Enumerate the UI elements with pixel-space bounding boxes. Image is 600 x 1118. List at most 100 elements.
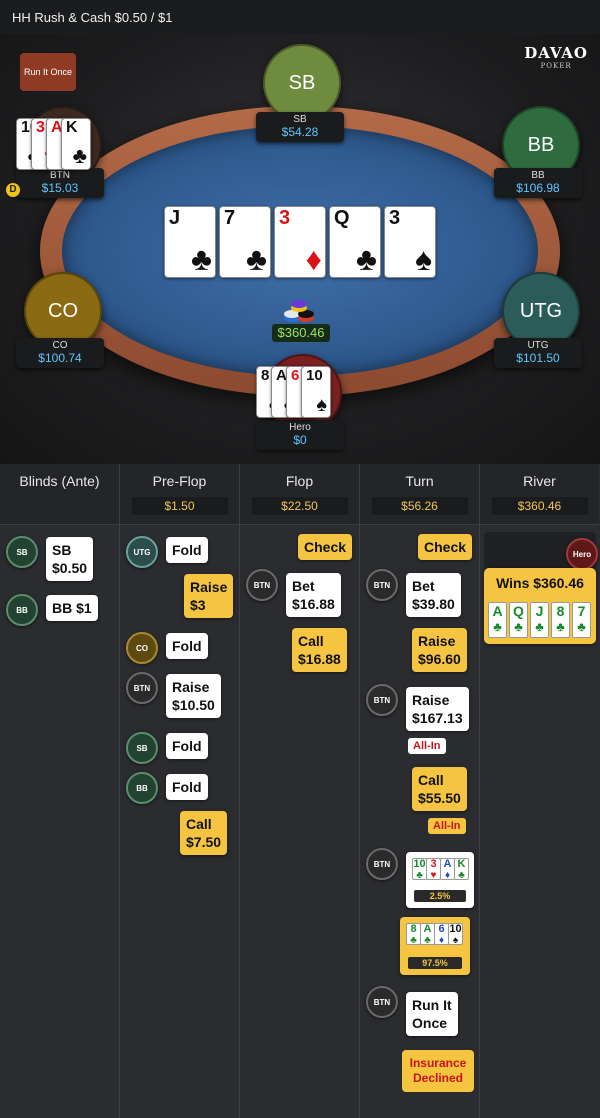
- pot-chips-icon: [284, 300, 314, 322]
- card-rank: 7: [224, 207, 236, 229]
- insurance-declined-tag: Insurance Declined: [402, 1050, 474, 1092]
- action-bubble: Fold: [166, 733, 208, 759]
- position-badge-bb: BB: [126, 772, 158, 804]
- winning-card: 8 ♣: [551, 602, 570, 638]
- card-suit: ♣: [356, 241, 377, 277]
- seat-sb[interactable]: SB: [263, 44, 341, 122]
- hero-action-bubble: Call $55.50: [412, 767, 467, 811]
- hero-action-bubble: Call $16.88: [292, 628, 347, 672]
- mini-card: 10 ♠: [448, 923, 463, 946]
- street-pot: $22.50: [251, 497, 348, 515]
- street-header-river: River $360.46: [480, 464, 599, 525]
- hero-action-bubble: Call $7.50: [180, 811, 228, 855]
- mini-card: 8 ♣: [406, 923, 421, 946]
- hero-equity-pct: 97.5%: [408, 957, 462, 969]
- btn-hole-card: K ♣: [61, 118, 91, 170]
- mini-card: 3 ♥: [426, 858, 441, 881]
- street-header-preflop: Pre-Flop $1.50: [120, 464, 239, 525]
- action-bubble: Bet $39.80: [406, 573, 461, 617]
- title-bar: HH Rush & Cash $0.50 / $1: [0, 0, 600, 34]
- all-in-tag: All-In: [428, 818, 466, 834]
- btn-equity-pct: 2.5%: [414, 890, 466, 902]
- column-flop: Flop $22.50: [240, 464, 360, 1118]
- action-bubble: Fold: [166, 774, 208, 800]
- mini-card: A ♦: [440, 858, 455, 881]
- hero-hole-card: 10 ♠: [301, 366, 331, 418]
- card-suit: ♠: [415, 241, 432, 277]
- action-bubble: Run It Once: [406, 992, 458, 1036]
- all-in-tag: All-In: [408, 738, 446, 754]
- board-card: 3 ♠: [384, 206, 436, 278]
- seat-plate-co: CO $100.74: [16, 338, 104, 368]
- seat-plate-hero: Hero $0: [256, 420, 344, 450]
- seat-plate-btn: BTN $15.03: [16, 168, 104, 198]
- hero-action-bubble: Check: [418, 534, 473, 560]
- card-rank: 3: [36, 119, 45, 136]
- street-header-blinds: Blinds (Ante): [0, 464, 119, 525]
- position-badge-btn: BTN: [366, 684, 398, 716]
- card-rank: 6: [291, 367, 300, 384]
- action-bubble: Bet $16.88: [286, 573, 341, 617]
- position-badge-hero: Hero: [566, 538, 598, 570]
- hero-action-bubble: Raise $3: [184, 574, 234, 618]
- position-badge-btn: BTN: [246, 569, 278, 601]
- position-badge-co: CO: [126, 632, 158, 664]
- action-bubble: Fold: [166, 537, 208, 563]
- brand-logo: DAVAO POKER: [524, 44, 588, 70]
- card-rank: 3: [389, 207, 401, 229]
- dealer-button: D: [6, 183, 20, 197]
- card-suit: ♠: [316, 394, 327, 416]
- hero-action-bubble: Raise $96.60: [412, 628, 467, 672]
- card-rank: 10: [306, 367, 323, 384]
- winning-card: A ♣: [488, 602, 507, 638]
- board-card: 3 ♦: [274, 206, 326, 278]
- pot-amount: $360.46: [272, 324, 330, 342]
- mini-card: K ♣: [454, 858, 469, 881]
- street-header-flop: Flop $22.50: [240, 464, 359, 525]
- street-header-turn: Turn $56.26: [360, 464, 479, 525]
- card-rank: Q: [334, 207, 350, 229]
- position-badge-sb: SB: [126, 732, 158, 764]
- board-card: Q ♣: [329, 206, 381, 278]
- card-rank: 3: [279, 207, 291, 229]
- position-badge-btn: BTN: [366, 986, 398, 1018]
- mini-card: 6 ♦: [434, 923, 449, 946]
- card-rank: K: [66, 119, 78, 136]
- card-suit: ♦: [305, 241, 322, 277]
- seat-plate-sb: SB $54.28: [256, 112, 344, 142]
- position-badge-btn: BTN: [366, 569, 398, 601]
- action-bubble: Fold: [166, 633, 208, 659]
- action-bubble: SB $0.50: [46, 537, 94, 581]
- seat-plate-utg: UTG $101.50: [494, 338, 582, 368]
- board-card: 7 ♣: [219, 206, 271, 278]
- board-card: J ♣: [164, 206, 216, 278]
- action-bubble: Raise $10.50: [166, 674, 221, 718]
- seat-plate-bb: BB $106.98: [494, 168, 582, 198]
- winning-card: 7 ♣: [572, 602, 591, 638]
- position-badge-bb: BB: [6, 594, 38, 626]
- hand-title: HH Rush & Cash $0.50 / $1: [12, 9, 173, 25]
- card-rank: 8: [261, 367, 270, 384]
- street-pot: $1.50: [131, 497, 228, 515]
- position-badge-sb: SB: [6, 536, 38, 568]
- winner-text: Wins $360.46: [496, 575, 584, 591]
- street-pot: $360.46: [491, 497, 588, 515]
- btn-equity-box: 10 ♣ 3 ♥ A ♦ K ♣ 2.5%: [406, 852, 474, 908]
- mini-card: 10 ♣: [412, 858, 427, 881]
- run-it-once-tag: Run It Once: [20, 53, 76, 91]
- card-suit: ♣: [246, 241, 267, 277]
- hero-action-bubble: Check: [298, 534, 353, 560]
- winning-card: J ♣: [530, 602, 549, 638]
- hero-equity-box: 8 ♣ A ♣ 6 ♦ 10 ♠ 97.5%: [400, 917, 470, 975]
- street-pot: $56.26: [371, 497, 468, 515]
- position-badge-btn: BTN: [126, 672, 158, 704]
- position-badge-utg: UTG: [126, 536, 158, 568]
- winner-box: Wins $360.46 A ♣ Q ♣ J ♣ 8 ♣ 7 ♣: [484, 568, 596, 644]
- card-suit: ♣: [72, 143, 87, 168]
- card-rank: J: [169, 207, 181, 229]
- mini-card: A ♣: [420, 923, 435, 946]
- action-bubble: BB $1: [46, 595, 98, 621]
- winning-card: Q ♣: [509, 602, 528, 638]
- card-suit: ♣: [191, 241, 212, 277]
- poker-table-area: DAVAO POKER Run It Once SB SB $54.28 BB B…: [0, 34, 600, 464]
